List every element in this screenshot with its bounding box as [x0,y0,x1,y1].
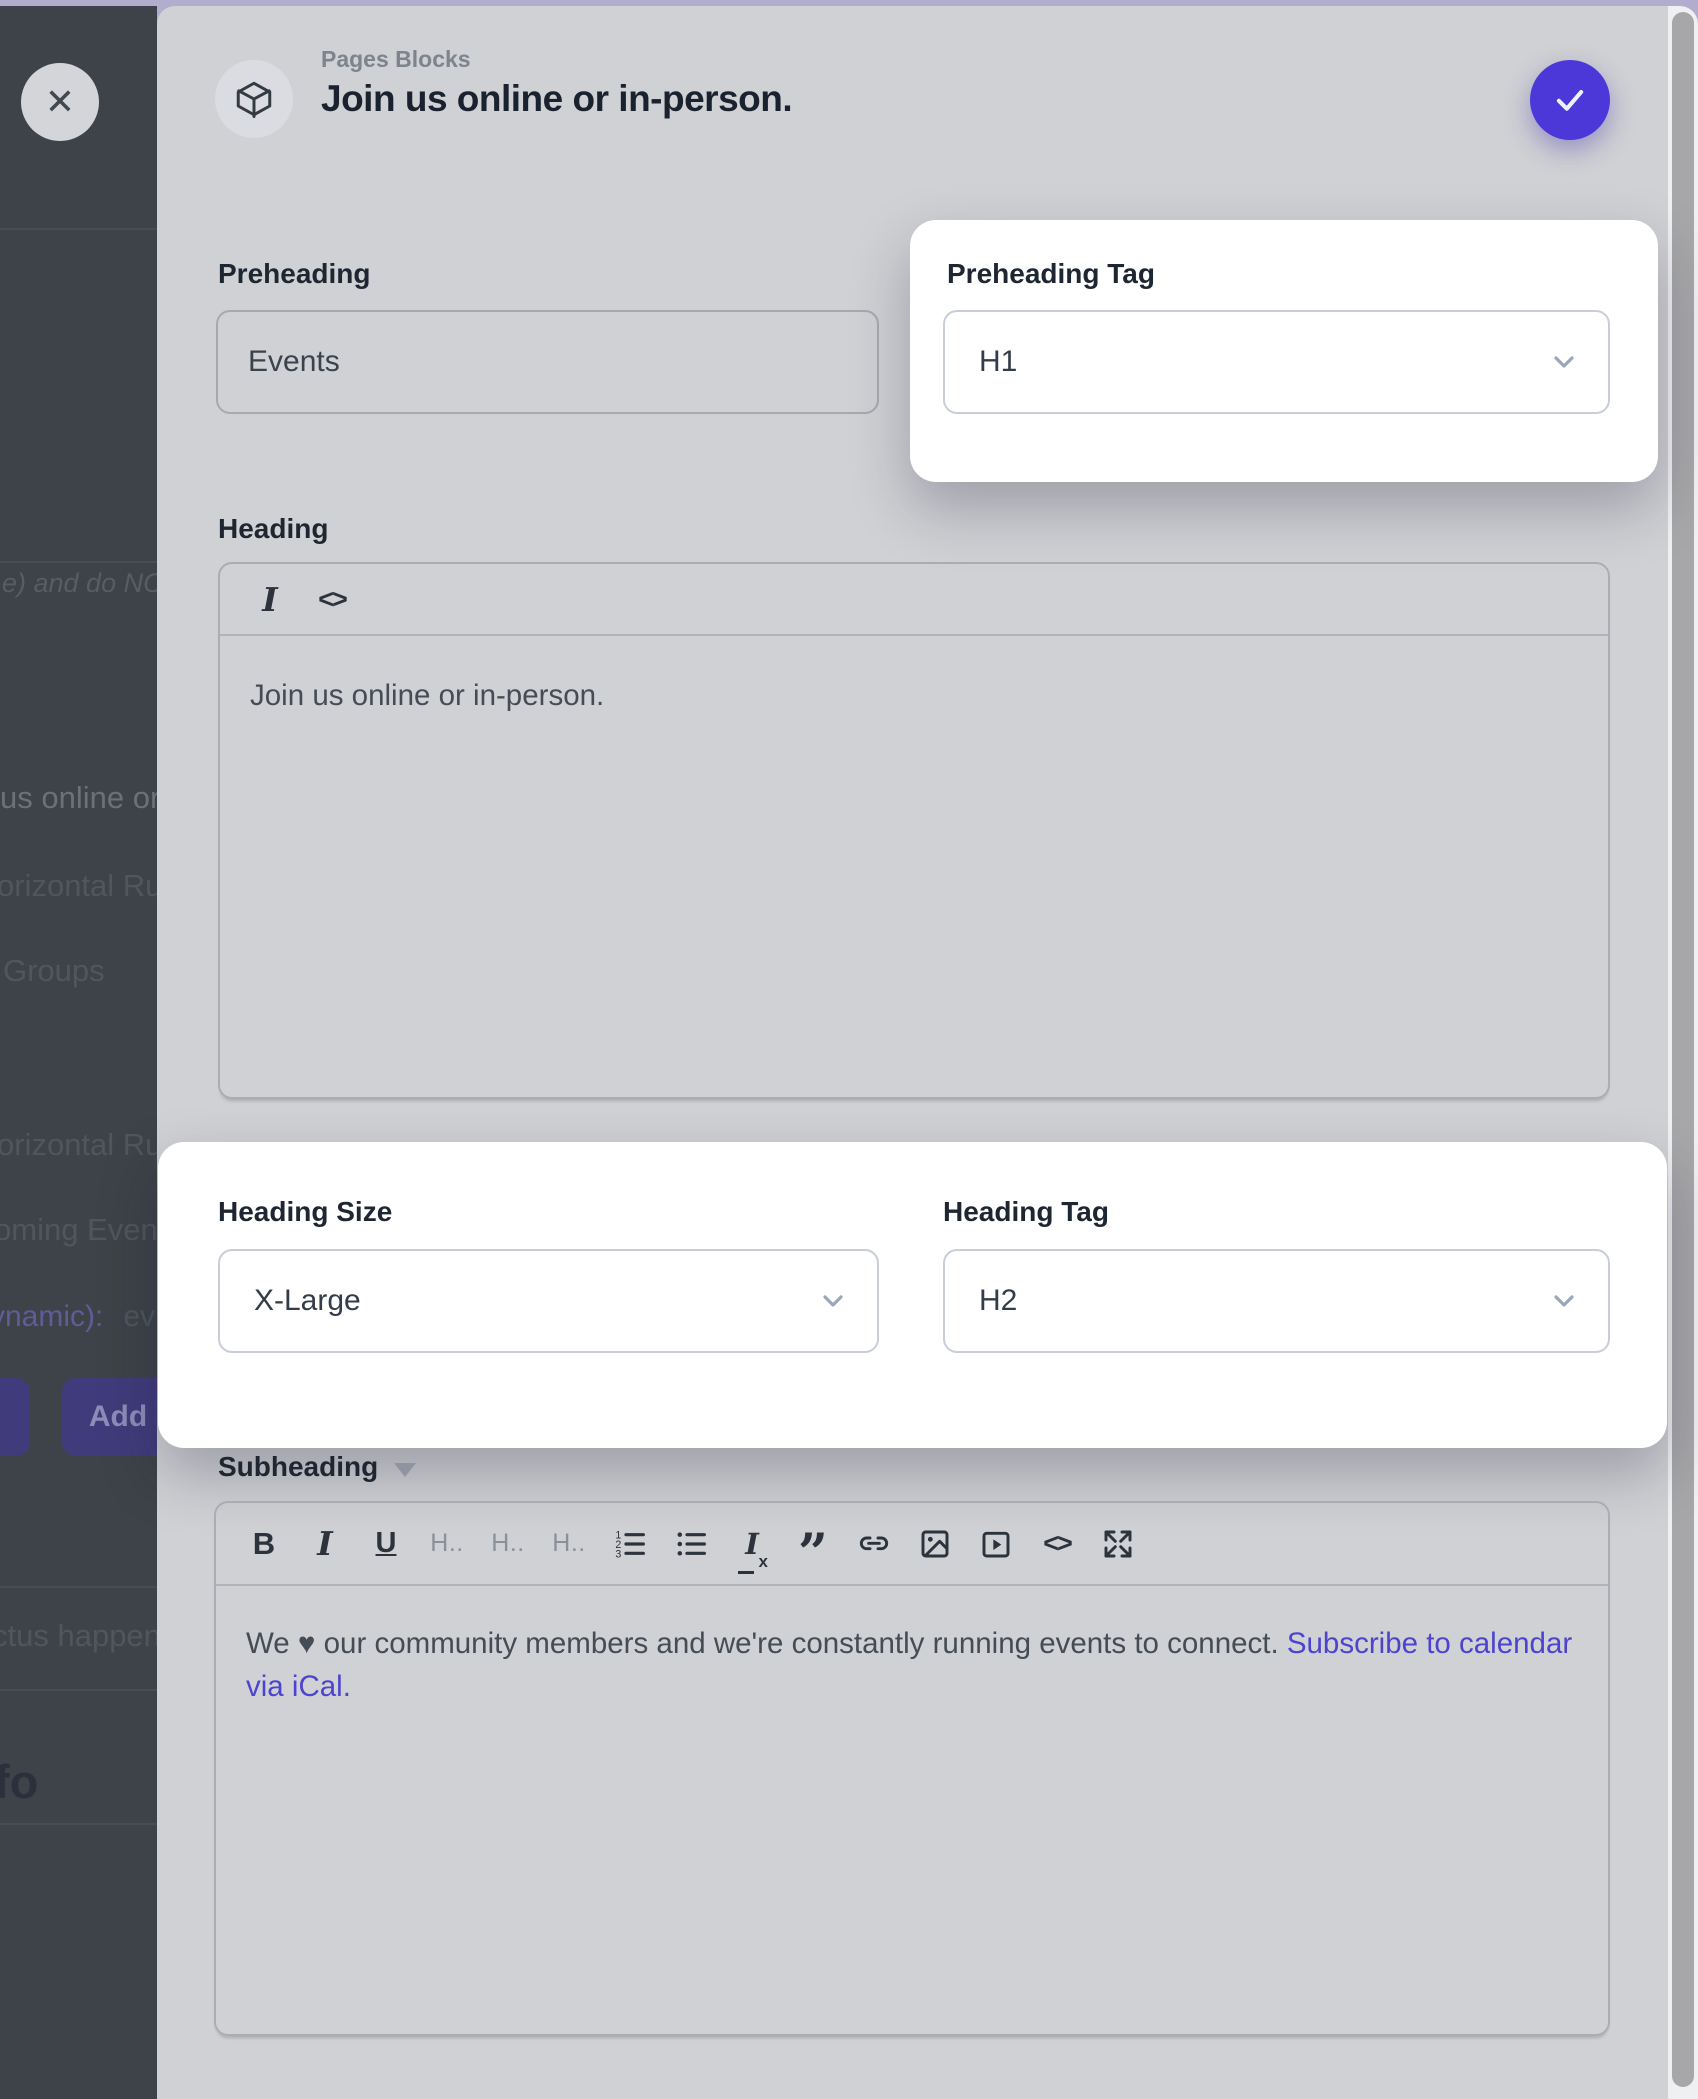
block-icon [233,78,275,120]
heading-size-label: Heading Size [218,1196,392,1228]
underline-button[interactable]: U [366,1503,406,1584]
bold-icon: B [253,1526,275,1562]
subheading-text: We ♥ our community members and we're con… [246,1627,1287,1660]
heading-tag-label: Heading Tag [943,1196,1109,1228]
link-button[interactable] [854,1503,894,1584]
heading-2-icon: H.. [491,1529,524,1558]
heading-editor-content[interactable]: Join us online or in-person. [220,636,1608,755]
bold-button[interactable]: B [244,1503,284,1584]
bullet-list-button[interactable] [671,1503,711,1584]
bullet-list-icon [675,1528,707,1560]
heading-3-button[interactable]: H.. [549,1503,589,1584]
link-icon [858,1528,890,1560]
screen: ✕ e) and do NOT us online or i orizontal… [0,0,1698,2099]
subheading-editor-content[interactable]: We ♥ our community members and we're con… [216,1586,1606,1744]
code-icon: <> [1043,1528,1071,1559]
heading-3-icon: H.. [552,1529,585,1558]
ordered-list-icon: 1 2 3 [614,1528,646,1560]
chevron-down-icon [1548,1285,1580,1317]
block-icon-circle [215,60,293,138]
preheading-tag-select[interactable]: H1 [943,310,1610,414]
code-button[interactable]: <> [310,564,354,634]
chevron-down-icon [817,1285,849,1317]
preheading-tag-value: H1 [979,345,1017,379]
heading-size-select[interactable]: X-Large [218,1249,879,1353]
preheading-input[interactable] [216,310,879,414]
triangle-down-icon [394,1463,416,1477]
video-button[interactable] [976,1503,1016,1584]
clear-formatting-x: x [759,1552,768,1572]
preheading-label: Preheading [218,258,370,290]
check-icon [1551,81,1589,119]
blockquote-icon: ” [798,1549,828,1559]
code-icon: <> [318,584,346,615]
ordered-list-button[interactable]: 1 2 3 [610,1503,650,1584]
svg-text:3: 3 [615,1548,621,1560]
preheading-tag-label: Preheading Tag [947,258,1155,290]
image-button[interactable] [915,1503,955,1584]
heading-2-button[interactable]: H.. [488,1503,528,1584]
italic-icon: I [317,1524,332,1563]
video-icon [980,1528,1012,1560]
subheading-label-row[interactable]: Subheading [218,1451,416,1483]
chevron-down-icon [1548,346,1580,378]
italic-button[interactable]: I [248,564,292,634]
drawer-content: Pages Blocks Join us online or in-person… [0,0,1698,2099]
breadcrumb: Pages Blocks [321,46,471,73]
heading-toolbar: I <> [220,564,1608,636]
image-icon [919,1528,951,1560]
subheading-label: Subheading [218,1451,378,1483]
clear-formatting-button[interactable]: I x [732,1503,772,1584]
confirm-button[interactable] [1530,60,1610,140]
heading-editor: I <> Join us online or in-person. [218,562,1610,1099]
blockquote-button[interactable]: ” [793,1503,833,1584]
page-title: Join us online or in-person. [321,78,792,120]
underline-icon: U [376,1527,397,1560]
subheading-toolbar: B I U H.. H.. H.. 1 2 3 [216,1503,1608,1586]
italic-icon: I [262,580,277,619]
fullscreen-button[interactable] [1098,1503,1138,1584]
clear-formatting-bar [738,1571,754,1574]
subheading-editor: B I U H.. H.. H.. 1 2 3 [214,1501,1610,2036]
clear-formatting-icon: I [745,1527,759,1561]
heading-tag-select[interactable]: H2 [943,1249,1610,1353]
heading-tag-value: H2 [979,1284,1017,1318]
heading-1-button[interactable]: H.. [427,1503,467,1584]
heading-size-value: X-Large [254,1284,361,1318]
heading-1-icon: H.. [430,1529,463,1558]
heading-label: Heading [218,513,328,545]
fullscreen-icon [1102,1528,1134,1560]
italic-button[interactable]: I [305,1503,345,1584]
code-button[interactable]: <> [1037,1503,1077,1584]
